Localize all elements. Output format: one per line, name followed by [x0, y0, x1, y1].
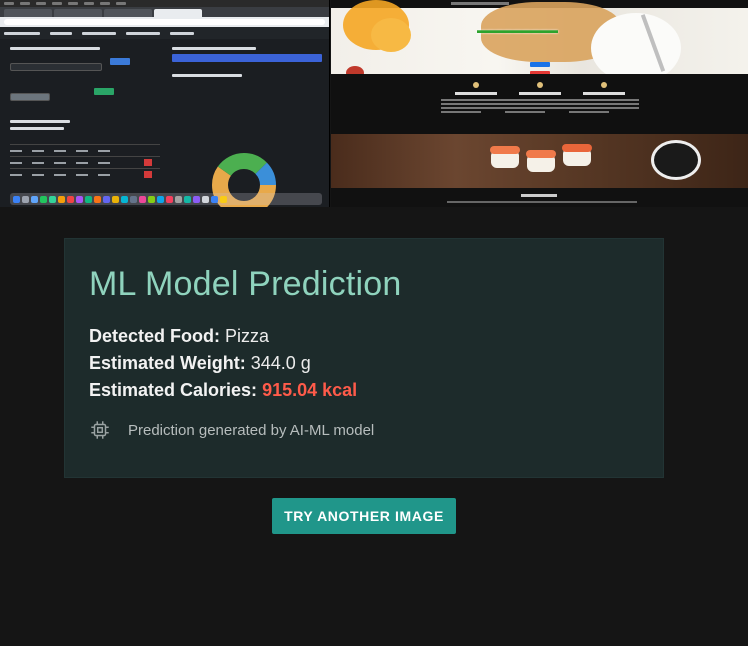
estimated-calories-value: 915.04 kcal: [262, 380, 358, 400]
estimated-weight-value: 344.0 g: [250, 353, 311, 373]
try-another-image-button[interactable]: TRY ANOTHER IMAGE: [272, 498, 456, 534]
chip-icon: [91, 421, 109, 439]
detected-food-label: Detected Food:: [89, 326, 221, 346]
card-title: ML Model Prediction: [89, 265, 402, 303]
estimated-calories-row: Estimated Calories: 915.04 kcal: [89, 377, 357, 404]
calorie-tracker-screenshot: [0, 0, 330, 207]
prediction-note: Prediction generated by AI-ML model: [89, 419, 374, 441]
prediction-details: Detected Food: Pizza Estimated Weight: 3…: [89, 323, 357, 404]
estimated-weight-label: Estimated Weight:: [89, 353, 246, 373]
prediction-card: ML Model Prediction Detected Food: Pizza…: [64, 238, 664, 478]
estimated-calories-label: Estimated Calories:: [89, 380, 258, 400]
estimated-weight-row: Estimated Weight: 344.0 g: [89, 350, 357, 377]
calorie-predictor-screenshot: ▬▬▬▬▬▬▬▬▬: [331, 0, 748, 207]
page: ▬▬▬▬▬▬▬▬▬ ML Model Prediction Detected F…: [0, 0, 748, 646]
detected-food-value: Pizza: [225, 326, 270, 346]
detected-food-row: Detected Food: Pizza: [89, 323, 357, 350]
note-text: Prediction generated by AI-ML model: [128, 421, 375, 439]
uploaded-image: ▬▬▬▬▬▬▬▬▬: [0, 0, 748, 207]
